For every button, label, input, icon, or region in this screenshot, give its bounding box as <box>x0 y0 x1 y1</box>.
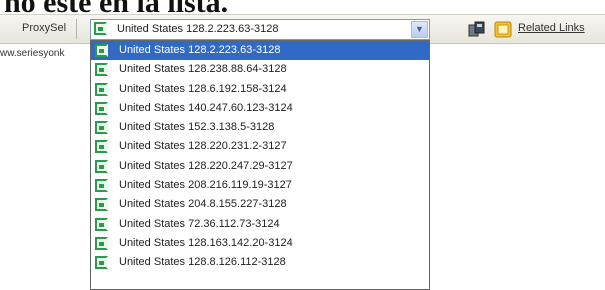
proxy-option-label: United States 128.2.223.63-3128 <box>119 44 281 56</box>
proxy-icon <box>94 22 107 35</box>
proxy-icon <box>95 44 108 57</box>
proxy-icon <box>95 140 108 154</box>
proxy-icon <box>95 101 108 115</box>
proxy-option[interactable]: United States 128.2.223.63-3128 <box>91 41 429 61</box>
proxy-option[interactable]: United States 72.36.112.73-3124 <box>91 215 429 234</box>
proxy-icon <box>95 63 108 77</box>
proxy-icon <box>95 236 108 250</box>
proxy-option[interactable]: United States 152.3.138.5-3128 <box>91 118 429 137</box>
proxy-option[interactable]: United States 128.8.126.112-3128 <box>91 253 429 272</box>
toolbar-separator <box>76 19 77 39</box>
proxy-icon <box>95 198 108 212</box>
proxy-option-label: United States 208.216.119.19-3127 <box>119 179 292 192</box>
proxy-option-label: United States 128.6.192.158-3124 <box>119 82 287 95</box>
proxy-option-label: United States 152.3.138.5-3128 <box>119 121 275 134</box>
proxy-icon <box>95 217 108 231</box>
proxy-option-label: United States 128.163.142.20-3124 <box>119 236 293 249</box>
proxy-option[interactable]: United States 128.220.231.2-3127 <box>91 137 429 156</box>
refresh-proxies-icon[interactable] <box>468 21 486 38</box>
proxy-option-label: United States 128.220.231.2-3127 <box>119 140 287 153</box>
proxy-option-label: United States 72.36.112.73-3124 <box>119 217 280 230</box>
proxy-option[interactable]: United States 128.220.247.29-3127 <box>91 157 429 176</box>
proxy-option[interactable]: United States 208.216.119.19-3127 <box>91 176 429 195</box>
proxy-select[interactable]: United States 128.2.223.63-3128 ▼ <box>90 19 430 40</box>
proxy-icon <box>95 159 108 173</box>
proxy-option-label: United States 128.238.88.64-3128 <box>119 63 287 76</box>
proxy-option-label: United States 128.8.126.112-3128 <box>119 256 286 269</box>
proxy-dropdown-list: United States 128.2.223.63-3128 United St… <box>90 40 430 290</box>
proxy-icon <box>95 121 108 135</box>
proxy-option[interactable]: United States 204.8.155.227-3128 <box>91 195 429 214</box>
proxy-option-label: United States 140.247.60.123-3124 <box>119 101 293 114</box>
proxy-option[interactable]: United States 140.247.60.123-3124 <box>91 99 429 118</box>
settings-icon[interactable] <box>494 21 512 38</box>
proxy-option[interactable]: United States 128.238.88.64-3128 <box>91 60 429 79</box>
proxy-icon <box>95 82 108 96</box>
proxy-select-value: United States 128.2.223.63-3128 <box>117 23 279 35</box>
chevron-down-icon[interactable]: ▼ <box>411 21 428 38</box>
proxysel-label: ProxySel <box>22 22 67 34</box>
proxy-option[interactable]: United States 128.6.192.158-3124 <box>91 80 429 99</box>
proxy-icon <box>95 179 108 193</box>
proxy-option[interactable]: United States 128.163.142.20-3124 <box>91 234 429 253</box>
proxy-option-label: United States 128.220.247.29-3127 <box>119 159 293 172</box>
proxy-option-label: United States 204.8.155.227-3128 <box>119 198 287 211</box>
proxy-icon <box>95 256 108 270</box>
address-bar[interactable]: ww.seriesyonk <box>0 48 64 59</box>
related-links-button[interactable]: Related Links <box>518 22 585 34</box>
